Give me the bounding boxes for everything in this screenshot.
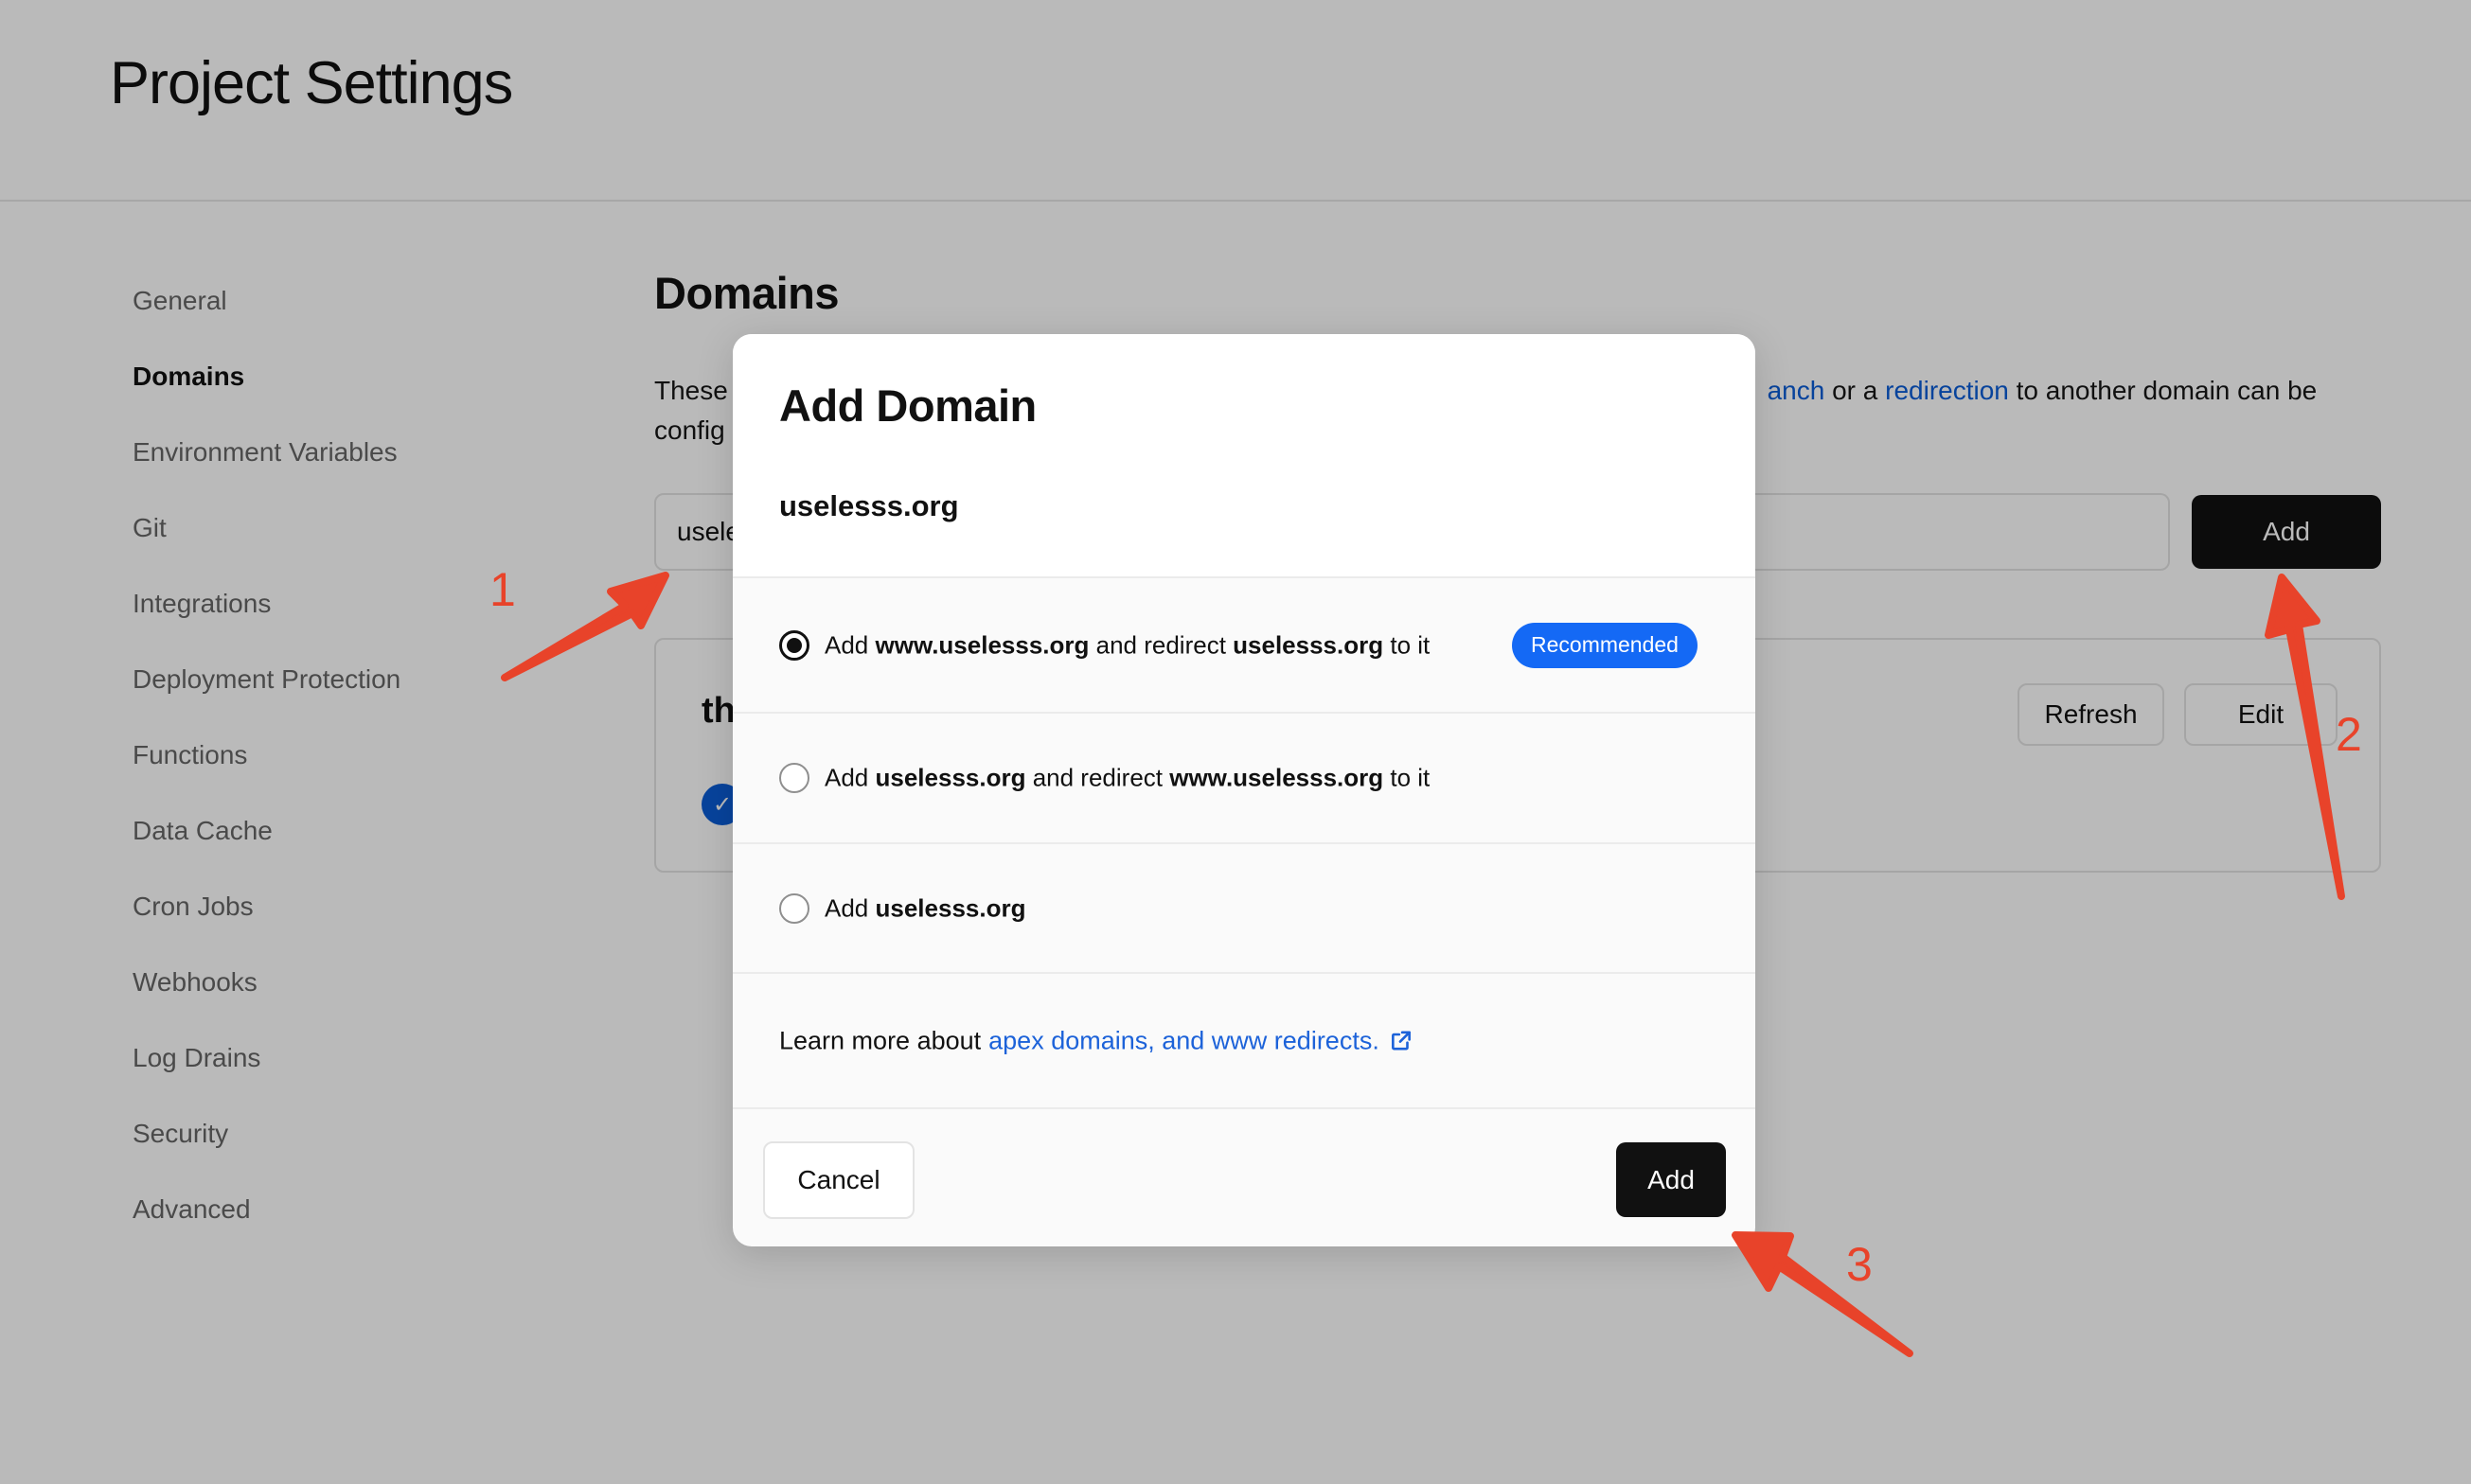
add-domain-modal: Add Domain uselesss.org Add www.uselesss… (733, 334, 1755, 1246)
modal-title: Add Domain (779, 380, 1037, 431)
recommended-badge: Recommended (1512, 622, 1698, 668)
external-link-icon[interactable] (1389, 1029, 1413, 1053)
option-label: Add uselesss.org and redirect www.useles… (825, 763, 1431, 792)
option-www-redirect-apex[interactable]: Add www.uselesss.org and redirect useles… (733, 578, 1755, 714)
modal-header: Add Domain uselesss.org (733, 334, 1755, 578)
learn-more-row: Learn more about apex domains, and www r… (733, 974, 1755, 1109)
confirm-add-button[interactable]: Add (1616, 1142, 1726, 1217)
learn-more-text: Learn more about apex domains, and www r… (779, 1026, 1413, 1055)
annotation-label-1: 1 (489, 563, 516, 616)
learn-more-link[interactable]: apex domains, and www redirects. (988, 1026, 1379, 1055)
option-label: Add www.uselesss.org and redirect useles… (825, 630, 1431, 659)
option-apex-redirect-www[interactable]: Add uselesss.org and redirect www.useles… (733, 714, 1755, 844)
annotation-label-3: 3 (1846, 1238, 1873, 1291)
annotation-label-2: 2 (2336, 708, 2362, 761)
option-apex-only[interactable]: Add uselesss.org (733, 844, 1755, 974)
radio-button[interactable] (779, 763, 809, 793)
cancel-button[interactable]: Cancel (763, 1141, 915, 1219)
modal-domain-name: uselesss.org (779, 489, 959, 522)
option-label: Add uselesss.org (825, 893, 1026, 922)
radio-button[interactable] (779, 892, 809, 924)
radio-button-checked[interactable] (779, 629, 809, 661)
